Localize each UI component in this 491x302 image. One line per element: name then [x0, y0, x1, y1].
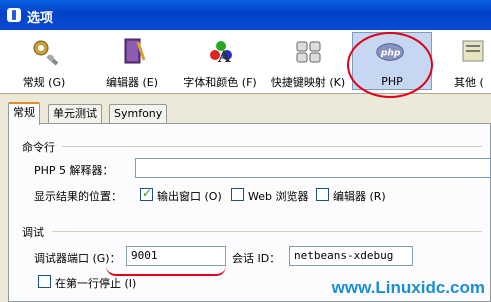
annotation-circle — [347, 32, 433, 98]
title-bar: 选项 — [0, 0, 491, 30]
output-location-label: 显示结果的位置： — [34, 190, 122, 203]
category-label: 编辑器 (E) — [105, 76, 159, 89]
stop-at-first-line-label: 在第一行停止 (I) — [55, 277, 137, 290]
svg-text:A: A — [217, 47, 231, 66]
tab-symfony[interactable]: Symfony — [109, 104, 168, 123]
category-label: 常规 (G) — [22, 76, 66, 89]
category-editor-button[interactable]: 编辑器 (E) — [88, 32, 176, 90]
font-color-icon: A — [210, 41, 232, 66]
book-pen-icon — [124, 38, 146, 64]
web-browser-label: Web 浏览器 — [248, 190, 309, 203]
command-line-section-label: 命令行 — [22, 141, 55, 154]
debugger-port-label: 调试器端口 (G)： — [34, 252, 121, 265]
watermark: www.Linuxidc.com — [331, 278, 485, 297]
category-misc-button[interactable]: 其他 ( — [440, 32, 491, 90]
category-fonts-colors-button[interactable]: A 字体和颜色 (F) — [176, 32, 264, 90]
session-id-label: 会话 ID： — [232, 252, 281, 265]
gears-icon — [33, 40, 59, 66]
category-label: 其他 ( — [454, 76, 484, 89]
editor-checkbox[interactable] — [316, 188, 329, 201]
php-interpreter-input[interactable] — [135, 158, 491, 178]
section-divider — [62, 146, 482, 147]
category-general-button[interactable]: 常规 (G) — [0, 32, 88, 90]
editor-label: 编辑器 (R) — [333, 190, 386, 203]
output-window-label: 输出窗口 (O) — [157, 190, 222, 203]
session-id-input[interactable]: netbeans-xdebug — [289, 246, 413, 266]
stop-at-first-line-checkbox[interactable] — [38, 275, 51, 288]
tab-unit-testing[interactable]: 单元测试 — [48, 104, 102, 123]
debug-section-label: 调试 — [22, 226, 44, 239]
section-divider — [52, 231, 482, 232]
misc-icon — [462, 40, 484, 62]
web-browser-checkbox[interactable] — [231, 188, 244, 201]
debugger-port-input[interactable]: 9001 — [126, 246, 226, 266]
output-window-checkbox[interactable] — [140, 186, 153, 201]
tab-general[interactable]: 常规 — [8, 102, 40, 125]
category-label: 字体和颜色 (F) — [183, 76, 257, 89]
php-interpreter-label: PHP 5 解释器： — [34, 164, 114, 177]
category-keymap-button[interactable]: 快捷键映射 (K) — [264, 32, 352, 90]
category-label: 快捷键映射 (K) — [270, 76, 346, 89]
window-icon — [7, 8, 21, 22]
keyboard-icon — [296, 41, 321, 63]
window-title: 选项 — [27, 11, 54, 26]
